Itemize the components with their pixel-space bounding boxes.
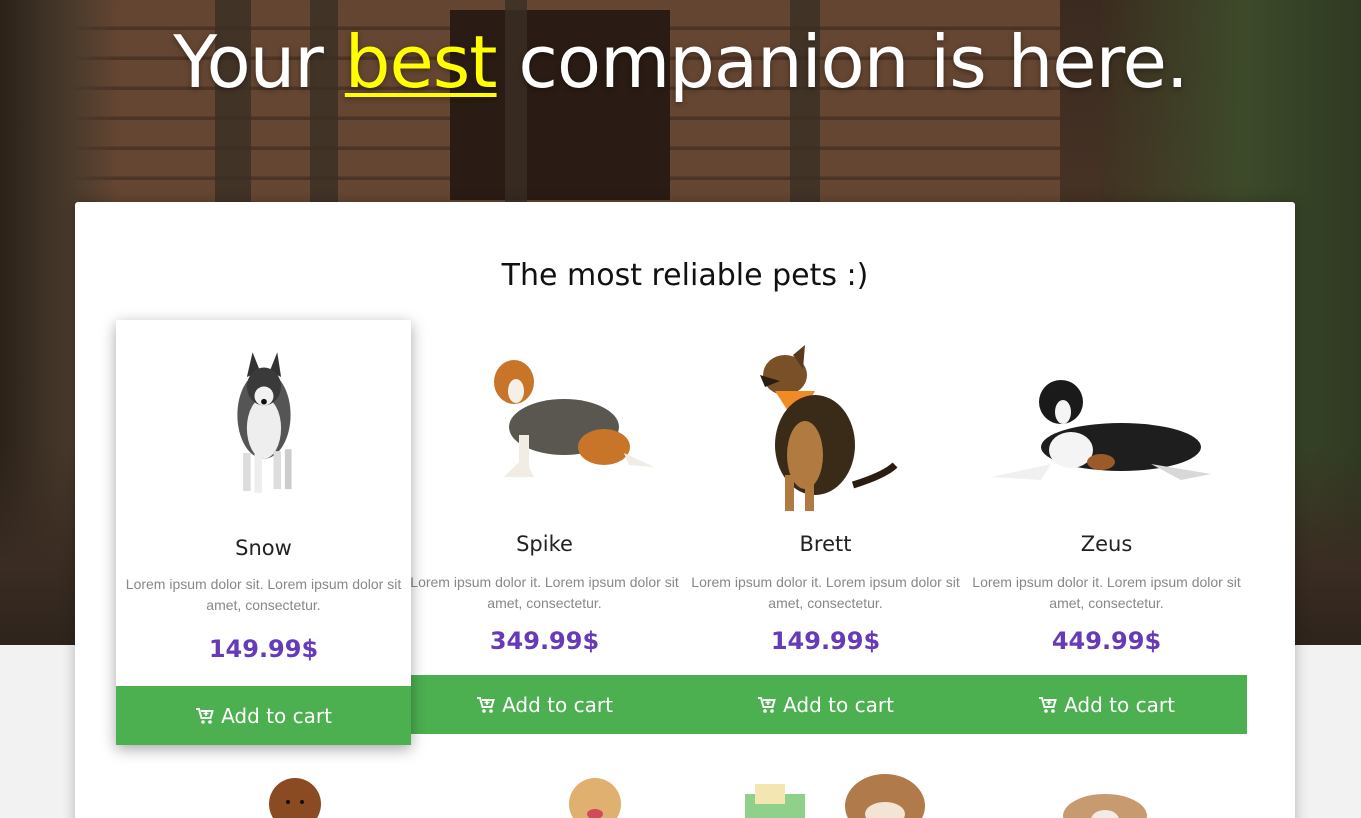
add-to-cart-label: Add to cart bbox=[502, 692, 613, 717]
pet-description: Lorem ipsum dolor sit. Lorem ipsum dolor… bbox=[125, 576, 402, 613]
puppy-dog-photo bbox=[1063, 794, 1147, 818]
bulldog-dog-photo bbox=[745, 774, 925, 818]
headline-accent: best bbox=[344, 20, 498, 104]
pet-price: 349.99$ bbox=[489, 627, 600, 655]
add-to-cart-button[interactable]: Add to cart bbox=[685, 675, 966, 734]
pet-description: Lorem ipsum dolor it. Lorem ipsum dolor … bbox=[972, 574, 1241, 611]
pet-card-spike[interactable]: Spike Lorem ipsum dolor it. Lorem ipsum … bbox=[404, 327, 685, 737]
pet-card-brett[interactable]: Brett Lorem ipsum dolor it. Lorem ipsum … bbox=[685, 327, 966, 737]
pet-price: 449.99$ bbox=[1051, 627, 1162, 655]
headline-before: Your bbox=[173, 20, 345, 104]
cart-icon bbox=[1039, 696, 1057, 713]
pet-description: Lorem ipsum dolor it. Lorem ipsum dolor … bbox=[691, 574, 960, 611]
pet-price: 149.99$ bbox=[208, 635, 319, 663]
pet-card-snow[interactable]: Snow Lorem ipsum dolor sit. Lorem ipsum … bbox=[116, 320, 411, 745]
retriever-dog-photo bbox=[569, 778, 621, 818]
shepherd-dog-photo bbox=[760, 345, 898, 511]
pet-price: 149.99$ bbox=[770, 627, 881, 655]
bernese-dog-photo bbox=[991, 380, 1211, 480]
pet-name: Zeus bbox=[1080, 532, 1133, 556]
add-to-cart-button[interactable]: Add to cart bbox=[966, 675, 1247, 734]
beagle-dog-photo bbox=[494, 360, 654, 477]
pet-card-zeus[interactable]: Zeus Lorem ipsum dolor it. Lorem ipsum d… bbox=[966, 327, 1247, 737]
pet-name: Spike bbox=[516, 532, 573, 556]
husky-dog-photo bbox=[237, 352, 292, 493]
pet-name: Snow bbox=[235, 536, 292, 560]
cart-icon bbox=[477, 696, 495, 713]
add-to-cart-button[interactable]: Add to cart bbox=[404, 675, 685, 734]
add-to-cart-label: Add to cart bbox=[783, 692, 894, 717]
add-to-cart-label: Add to cart bbox=[1064, 692, 1175, 717]
pets-panel: The most reliable pets :) Snow Lorem ips… bbox=[75, 202, 1295, 818]
add-to-cart-label: Add to cart bbox=[221, 703, 332, 728]
cart-icon bbox=[196, 707, 214, 724]
pet-description: Lorem ipsum dolor it. Lorem ipsum dolor … bbox=[410, 574, 679, 611]
headline-after: companion is here. bbox=[496, 20, 1188, 104]
cart-icon bbox=[758, 696, 776, 713]
section-title: The most reliable pets :) bbox=[501, 258, 869, 293]
pet-name: Brett bbox=[799, 532, 852, 556]
hero-headline: Your best companion is here. bbox=[0, 14, 1361, 110]
add-to-cart-button[interactable]: Add to cart bbox=[116, 686, 411, 745]
staffy-dog-photo bbox=[269, 778, 321, 818]
